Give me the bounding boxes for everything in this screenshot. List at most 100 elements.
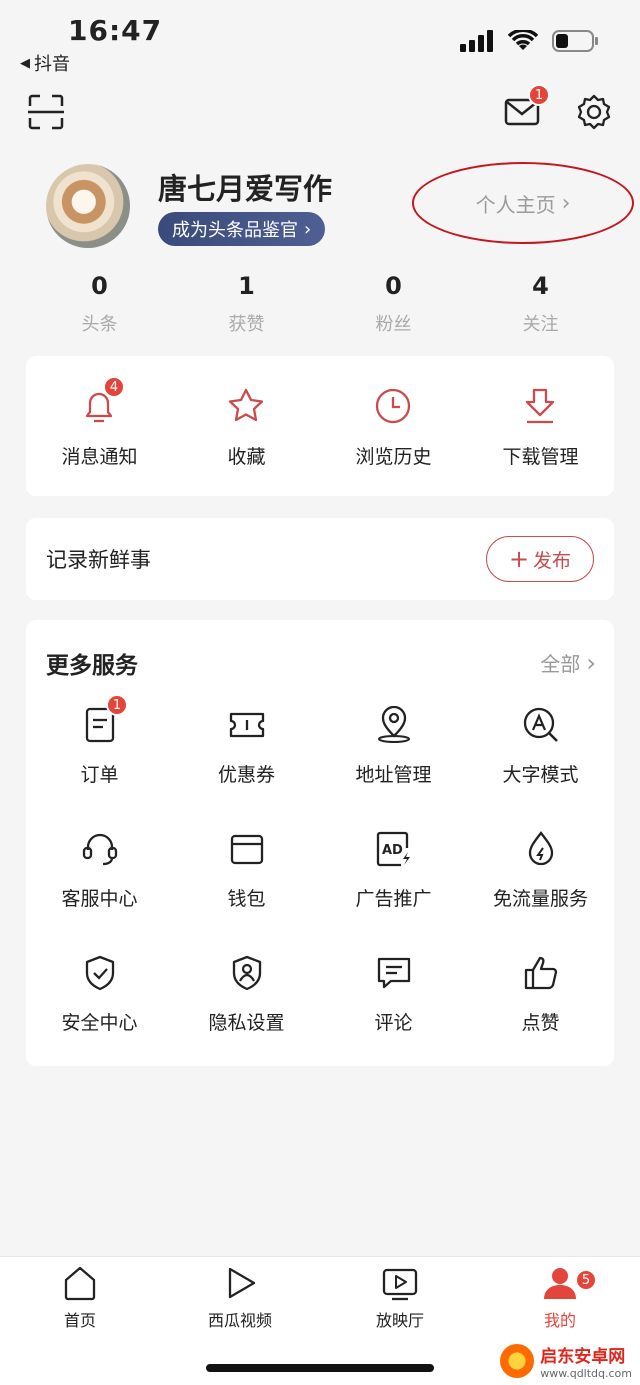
notification-badge: 4 xyxy=(103,376,125,398)
homepage-link[interactable]: 个人主页 › xyxy=(412,162,634,244)
tab-label: 首页 xyxy=(63,1311,96,1330)
stat-value: 0 xyxy=(91,272,108,300)
home-indicator[interactable] xyxy=(206,1364,434,1372)
ad-icon: AD xyxy=(376,831,410,867)
service-orders[interactable]: 1 订单 xyxy=(26,694,173,828)
quick-action-label: 浏览历史 xyxy=(355,446,432,468)
watermark: 启东安卓网 www.qdltdq.com xyxy=(500,1342,632,1380)
service-wallet[interactable]: 钱包 xyxy=(173,828,320,952)
services-all-link[interactable]: 全部 › xyxy=(540,648,596,677)
publish-button[interactable]: + 发布 xyxy=(486,536,594,582)
username: 唐七月爱写作 xyxy=(158,172,333,206)
record-card[interactable]: 记录新鲜事 + 发布 xyxy=(26,518,614,600)
tab-home[interactable]: 首页 xyxy=(0,1265,160,1331)
order-badge: 1 xyxy=(106,694,128,716)
service-security[interactable]: 安全中心 xyxy=(26,952,173,1076)
wifi-icon xyxy=(508,30,538,50)
service-label: 地址管理 xyxy=(355,764,432,786)
service-comments[interactable]: 评论 xyxy=(320,952,467,1076)
service-coupons[interactable]: 优惠券 xyxy=(173,704,320,828)
tab-label: 西瓜视频 xyxy=(207,1311,272,1330)
stat-label: 获赞 xyxy=(228,314,265,335)
gear-icon[interactable] xyxy=(576,94,612,130)
service-privacy[interactable]: 隐私设置 xyxy=(173,952,320,1076)
plus-icon: + xyxy=(508,545,530,573)
all-label: 全部 xyxy=(540,652,581,676)
privacy-icon xyxy=(232,955,262,991)
tab-label: 我的 xyxy=(543,1311,576,1330)
stat-label: 粉丝 xyxy=(375,314,412,335)
quick-action-favorites[interactable]: 收藏 xyxy=(173,356,320,496)
chevron-right-icon: › xyxy=(304,218,312,240)
coupon-icon xyxy=(229,712,265,738)
stat-value: 0 xyxy=(385,272,402,300)
service-customer-support[interactable]: 客服中心 xyxy=(26,828,173,952)
service-label: 免流量服务 xyxy=(492,888,588,910)
play-icon xyxy=(228,1267,256,1299)
stat-value: 4 xyxy=(532,272,549,300)
clock-icon xyxy=(375,388,411,424)
service-label: 客服中心 xyxy=(61,888,138,910)
stat-value: 1 xyxy=(238,272,255,300)
mine-badge: 5 xyxy=(575,1269,597,1291)
quick-action-label: 消息通知 xyxy=(61,446,138,468)
back-triangle-icon: ◀ xyxy=(20,55,30,71)
service-free-data[interactable]: 免流量服务 xyxy=(467,828,614,952)
scan-icon[interactable] xyxy=(28,94,64,130)
tab-label: 放映厅 xyxy=(375,1311,424,1330)
services-title: 更多服务 xyxy=(46,653,138,679)
watermark-name: 启东安卓网 xyxy=(540,1347,626,1367)
avatar[interactable] xyxy=(46,164,130,248)
download-icon xyxy=(525,388,555,424)
stat-label: 关注 xyxy=(522,314,559,335)
service-likes[interactable]: 点赞 xyxy=(467,952,614,1076)
large-font-icon xyxy=(523,707,558,742)
service-label: 订单 xyxy=(80,764,119,786)
stat-likes[interactable]: 1 获赞 xyxy=(173,272,320,336)
pill-label: 成为头条品鉴官 xyxy=(172,220,298,241)
svg-text:AD: AD xyxy=(382,843,403,858)
system-icons xyxy=(460,30,598,52)
service-large-font[interactable]: 大字模式 xyxy=(467,704,614,828)
service-label: 隐私设置 xyxy=(208,1012,285,1034)
comment-icon xyxy=(377,957,411,989)
back-app-label: 抖音 xyxy=(34,54,70,75)
quick-actions-card: 4 消息通知 收藏 浏览历史 下载管理 xyxy=(26,356,614,496)
service-label: 安全中心 xyxy=(61,1012,138,1034)
mail-button[interactable]: 1 xyxy=(504,84,550,130)
more-services-card: 更多服务 全部 › 1 订单 优惠券 地址管理 大字模式 客服中心 钱包 AD … xyxy=(26,620,614,1066)
chevron-right-icon: › xyxy=(586,648,596,677)
star-icon xyxy=(228,388,264,422)
quick-action-downloads[interactable]: 下载管理 xyxy=(467,356,614,496)
quick-action-label: 收藏 xyxy=(227,446,266,468)
quick-action-label: 下载管理 xyxy=(502,446,579,468)
service-label: 钱包 xyxy=(227,888,266,910)
tab-cinema[interactable]: 放映厅 xyxy=(320,1265,480,1331)
services-grid: 1 订单 优惠券 地址管理 大字模式 客服中心 钱包 AD 广告推广 免流量服务… xyxy=(26,694,614,1076)
wallet-icon xyxy=(230,834,264,865)
service-label: 大字模式 xyxy=(502,764,579,786)
service-label: 优惠券 xyxy=(217,764,275,786)
user-icon xyxy=(544,1268,576,1299)
drop-icon xyxy=(528,831,554,866)
service-label: 评论 xyxy=(374,1012,413,1034)
status-bar: 16:47 ◀ 抖音 xyxy=(0,0,640,80)
pinjianguan-pill-button[interactable]: 成为头条品鉴官 › xyxy=(158,212,326,246)
headset-icon xyxy=(82,833,118,866)
service-advertising[interactable]: AD 广告推广 xyxy=(320,828,467,952)
stat-following[interactable]: 4 关注 xyxy=(467,272,614,336)
quick-action-history[interactable]: 浏览历史 xyxy=(320,356,467,496)
quick-action-notifications[interactable]: 4 消息通知 xyxy=(26,356,173,496)
tab-mine[interactable]: 5 我的 xyxy=(480,1265,640,1331)
watermark-url: www.qdltdq.com xyxy=(540,1367,632,1380)
mail-badge: 1 xyxy=(528,84,550,106)
back-to-app-link[interactable]: ◀ 抖音 xyxy=(20,50,70,76)
stat-toutiao[interactable]: 0 头条 xyxy=(26,272,173,336)
shield-icon xyxy=(85,955,115,991)
battery-icon xyxy=(552,30,598,52)
stat-fans[interactable]: 0 粉丝 xyxy=(320,272,467,336)
tab-xigua-video[interactable]: 西瓜视频 xyxy=(160,1265,320,1331)
service-label: 广告推广 xyxy=(355,888,432,910)
home-icon xyxy=(64,1266,96,1301)
service-address[interactable]: 地址管理 xyxy=(320,704,467,828)
